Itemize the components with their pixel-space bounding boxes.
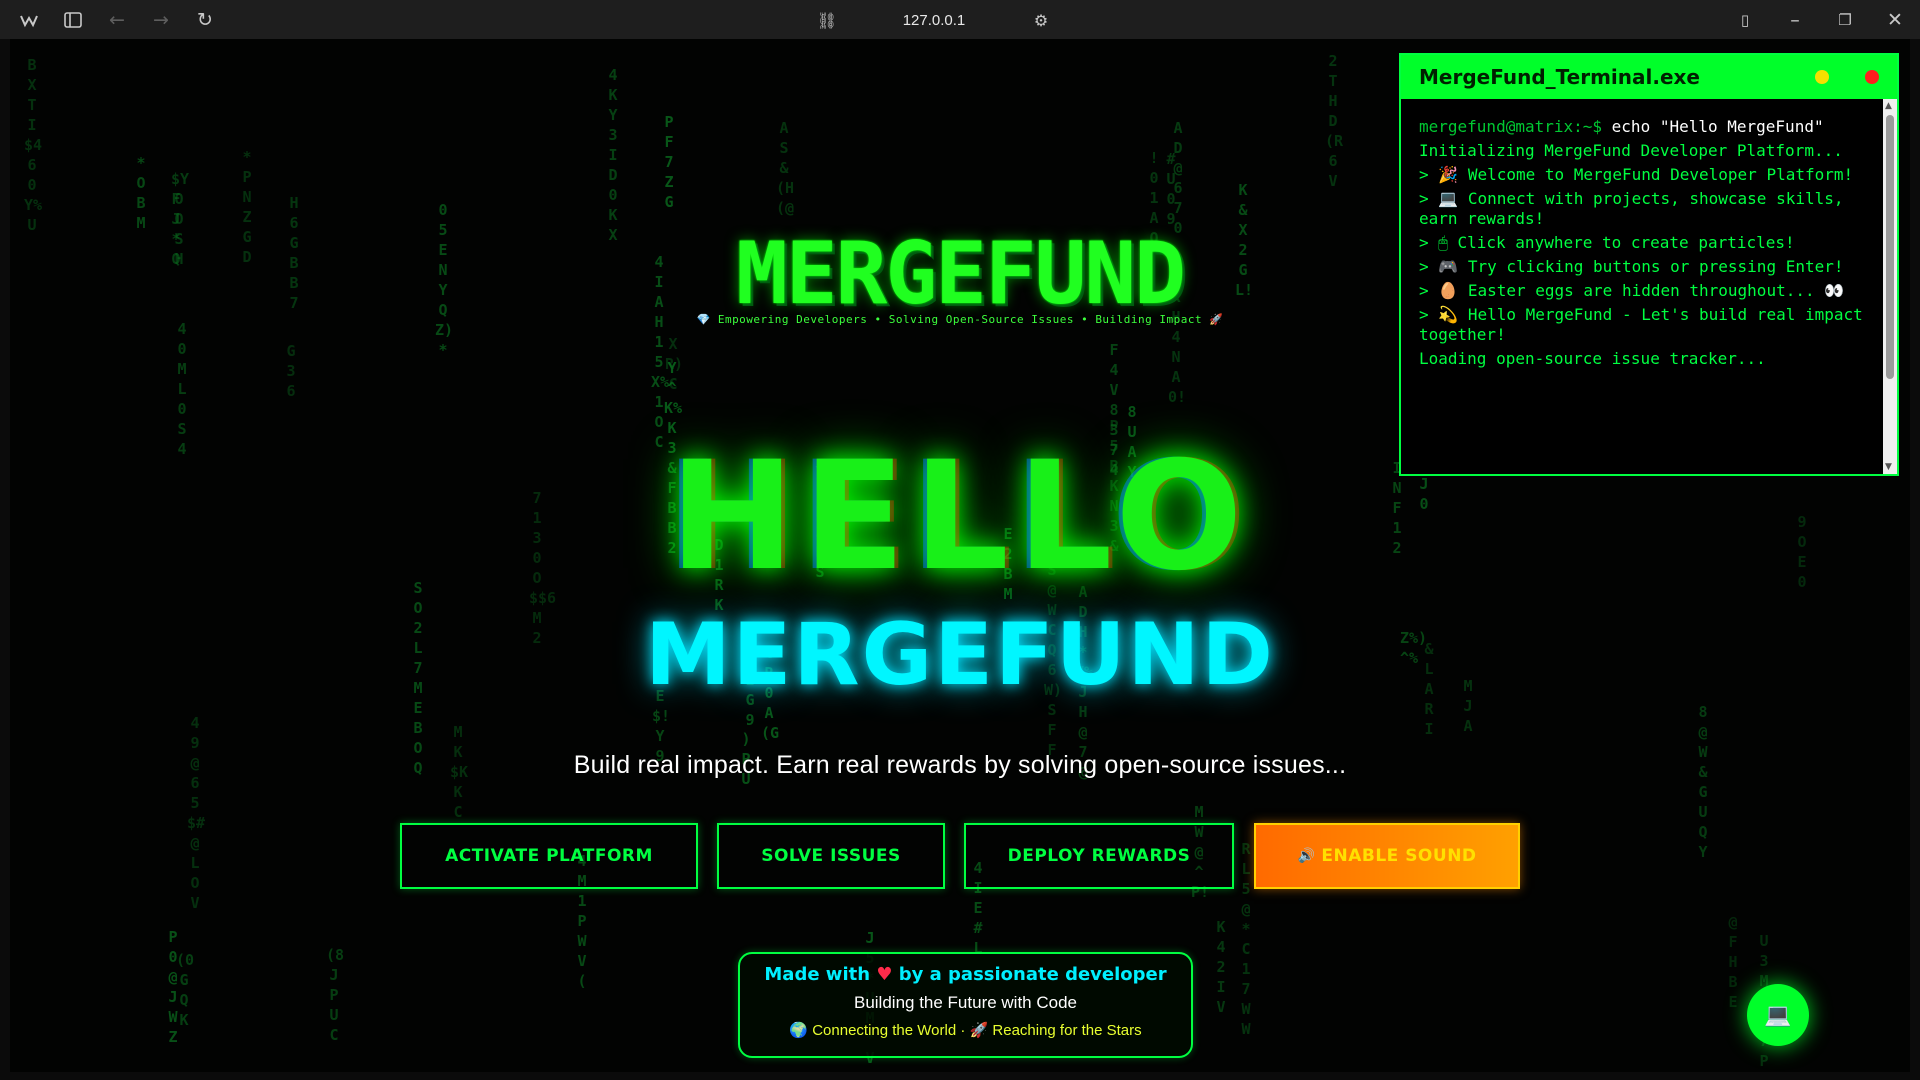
reaching-text: Reaching for the Stars: [992, 1022, 1142, 1039]
scroll-down-icon[interactable]: ▼: [1885, 462, 1892, 472]
close-dot-icon[interactable]: [1865, 70, 1879, 84]
browser-toolbar: ← → ↻ ⛓ 127.0.0.1 ⚙ ▯ – ❐ ✕: [0, 0, 1920, 39]
speaker-icon: 🔊: [1297, 848, 1316, 864]
forward-icon[interactable]: →: [142, 5, 180, 35]
terminal-line: > 🎮 Try clicking buttons or pressing Ent…: [1419, 257, 1844, 276]
made-with-text: Made with: [764, 964, 871, 985]
close-icon[interactable]: ✕: [1876, 5, 1914, 35]
heart-icon: ♥: [876, 964, 893, 985]
rain-column: (8JPUC: [326, 946, 345, 1044]
site-settings-icon[interactable]: ⚙: [1022, 5, 1060, 35]
back-icon[interactable]: ←: [98, 5, 136, 35]
rain-column: G36: [286, 342, 296, 400]
reload-icon[interactable]: ↻: [186, 5, 224, 35]
terminal-scrollbar[interactable]: ▲ ▼: [1883, 99, 1897, 474]
terminal-line: > 💻 Connect with projects, showcase skil…: [1419, 189, 1844, 228]
terminal-command: echo "Hello MergeFund": [1602, 117, 1824, 136]
rain-column: (0GQK: [176, 951, 195, 1029]
terminal-titlebar[interactable]: MergeFund_Terminal.exe: [1401, 55, 1897, 99]
rain-column: RL5@*C17WW: [1241, 840, 1251, 1038]
deploy-rewards-button[interactable]: DEPLOY REWARDS: [964, 823, 1234, 889]
footer-subtitle: Building the Future with Code: [853, 993, 1078, 1012]
rain-column: *OBM: [136, 154, 146, 232]
scroll-up-icon[interactable]: ▲: [1885, 101, 1892, 111]
rain-column: @FHBE: [1728, 913, 1738, 1011]
minimize-dot-icon[interactable]: [1815, 70, 1829, 84]
rain-column: K42IV: [1216, 918, 1226, 1016]
sidebar-icon[interactable]: [54, 5, 92, 35]
terminal-line: > 💫 Hello MergeFund - Let's build real i…: [1419, 305, 1863, 344]
terminal-line: > 🥚 Easter eggs are hidden throughout...…: [1419, 281, 1845, 300]
split-view-icon[interactable]: ▯: [1726, 5, 1764, 35]
separator-dot: ·: [960, 1022, 966, 1039]
terminal-line: Loading open-source issue tracker...: [1419, 349, 1766, 368]
rain-column: 40ML0S4: [177, 320, 187, 458]
enable-sound-label: ENABLE SOUND: [1321, 846, 1477, 866]
address-bar[interactable]: 127.0.0.1: [874, 12, 994, 29]
rocket-icon: 🚀: [969, 1022, 989, 1039]
link-icon[interactable]: ⛓: [808, 5, 846, 35]
laptop-fab-button[interactable]: 💻: [1747, 984, 1809, 1046]
laptop-icon: 💻: [1764, 1002, 1792, 1028]
restore-icon[interactable]: ❐: [1826, 5, 1864, 35]
rain-column: AS&(H(@: [776, 119, 795, 217]
scrollbar-thumb[interactable]: [1886, 115, 1894, 379]
terminal-line: Initializing MergeFund Developer Platfor…: [1419, 141, 1843, 160]
minimize-icon[interactable]: –: [1776, 5, 1814, 35]
rain-column: XR)C: [665, 335, 684, 393]
enable-sound-button[interactable]: 🔊 ENABLE SOUND: [1254, 823, 1520, 889]
rain-column: PF7ZG: [664, 113, 674, 211]
globe-icon: 🌍: [789, 1022, 809, 1039]
by-developer-text: by a passionate developer: [898, 964, 1167, 985]
rain-column: 2THD(R6V: [1325, 52, 1344, 190]
terminal-line: > 🖱 Click anywhere to create particles!: [1419, 233, 1795, 252]
activate-platform-button[interactable]: ACTIVATE PLATFORM: [400, 823, 698, 889]
app-logo-icon[interactable]: [10, 5, 48, 35]
rain-column: #U09: [1166, 150, 1176, 228]
brand-heading: MERGEFUND: [645, 605, 1275, 705]
solve-issues-button[interactable]: SOLVE ISSUES: [717, 823, 945, 889]
rain-column: 49@65$#@LOV: [187, 714, 206, 912]
connecting-text: Connecting the World: [812, 1022, 957, 1039]
terminal-line: > 🎉 Welcome to MergeFund Developer Platf…: [1419, 165, 1854, 184]
page-viewport[interactable]: P5BKN3&U3MAU7PM82(8JPUCPF7ZG&LARIK42IVMK…: [10, 39, 1910, 1072]
terminal-window[interactable]: MergeFund_Terminal.exe mergefund@matrix:…: [1399, 53, 1899, 476]
terminal-prompt: mergefund@matrix:~$: [1419, 117, 1603, 136]
rain-column: P0@JWZ: [168, 928, 178, 1046]
rain-column: AD@670: [1173, 119, 1183, 237]
footer-card: Made with ♥ by a passionate developer Bu…: [738, 952, 1193, 1058]
rain-column: 8@W&GUQY: [1698, 703, 1708, 861]
rain-column: 4KY3ID0KX: [608, 66, 618, 244]
terminal-output: mergefund@matrix:~$ echo "Hello MergeFun…: [1401, 99, 1883, 474]
hero-tagline: Build real impact. Earn real rewards by …: [573, 751, 1347, 779]
terminal-title: MergeFund_Terminal.exe: [1419, 65, 1700, 89]
rain-column: BXTI$460Y%U: [24, 56, 43, 234]
